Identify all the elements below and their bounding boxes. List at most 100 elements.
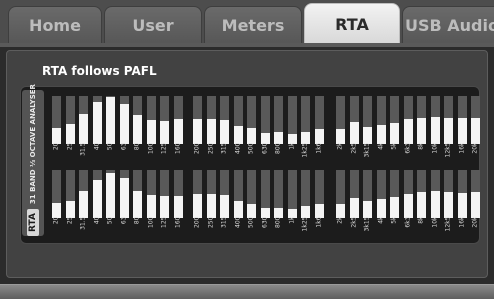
rta-band-track xyxy=(350,170,359,218)
rta-band-track xyxy=(377,96,386,144)
rta-band-label: 80 xyxy=(133,142,141,151)
rta-band-label: 8k xyxy=(417,216,425,224)
rta-band-level xyxy=(207,119,216,144)
rta-band-track xyxy=(274,170,283,218)
rta-band-label: 250 xyxy=(207,142,215,154)
rta-band-label: 2k5 xyxy=(350,142,358,154)
rta-band-level xyxy=(377,125,386,144)
rta-band-label: 250 xyxy=(207,216,215,228)
tab-bar: Home User Meters RTA USB Audio xyxy=(0,0,494,44)
rta-band-level xyxy=(404,119,413,144)
rta-band-label: 160 xyxy=(174,142,182,154)
tab-underline xyxy=(0,43,494,47)
analyser-type-label: 31 BAND ⅓ OCTAVE ANALYSER xyxy=(29,84,37,205)
rta-band-track xyxy=(431,170,440,218)
rta-band-label: 31.5 xyxy=(79,142,87,156)
rta-band-track xyxy=(261,96,270,144)
rta-band-track xyxy=(336,170,345,218)
rta-band-track xyxy=(363,96,372,144)
rta-band-level xyxy=(193,194,202,218)
rta-band-label: 500 xyxy=(247,216,255,228)
rta-band-track xyxy=(174,170,183,218)
rta-band-label: 40 xyxy=(93,216,101,225)
rta-band-level xyxy=(160,121,169,144)
rta-band-track xyxy=(220,96,229,144)
rta-band-level xyxy=(79,191,88,218)
tab-usb-audio[interactable]: USB Audio xyxy=(402,6,494,44)
rta-band-level xyxy=(106,97,115,144)
rta-band-track xyxy=(288,96,297,144)
rta-band-level xyxy=(133,115,142,144)
rta-band-track xyxy=(377,170,386,218)
rta-band-track xyxy=(234,96,243,144)
rta-band-label: 160 xyxy=(174,216,182,228)
rta-band-label: 125 xyxy=(160,142,168,154)
rta-band-label: 80 xyxy=(133,216,141,225)
rta-band-label: 12k5 xyxy=(444,142,452,158)
rta-band-track xyxy=(336,96,345,144)
rta-band-track xyxy=(404,170,413,218)
rta-band-label: 6k3 xyxy=(404,216,412,228)
rta-band-level xyxy=(458,193,467,218)
rta-band-label: 16k xyxy=(458,142,466,154)
rta-band-label: 630 xyxy=(261,216,269,228)
rta-band-label: 4k xyxy=(377,216,385,224)
rta-band-track xyxy=(444,170,453,218)
rta-band-track xyxy=(247,96,256,144)
rta-band-track xyxy=(404,96,413,144)
rta-band-track xyxy=(390,170,399,218)
rta-band-label: 1k6 xyxy=(315,216,323,228)
rta-band-label: 20k xyxy=(471,216,479,228)
rta-band-label: 63 xyxy=(120,142,128,151)
rta-side-label: RTA 31 BAND ⅓ OCTAVE ANALYSER xyxy=(22,84,44,236)
panel-title: RTA follows PAFL xyxy=(42,64,157,78)
rta-band-label: 50 xyxy=(106,216,114,225)
rta-band-track xyxy=(106,170,115,218)
rta-band-level xyxy=(66,201,75,218)
rta-band-track xyxy=(133,96,142,144)
bottom-strip xyxy=(0,284,494,299)
rta-band-label: 630 xyxy=(261,142,269,154)
tab-user[interactable]: User xyxy=(104,6,202,44)
rta-band-label: 315 xyxy=(220,216,228,228)
rta-band-level xyxy=(363,127,372,144)
rta-band-track xyxy=(52,170,61,218)
rta-band-label: 16k xyxy=(458,216,466,228)
rta-band-label: 50 xyxy=(106,142,114,151)
rta-band-track xyxy=(458,96,467,144)
rta-band-level xyxy=(458,118,467,144)
rta-band-level xyxy=(431,117,440,144)
rta-band-track xyxy=(417,96,426,144)
rta-band-label: 8k xyxy=(417,142,425,150)
rta-band-level xyxy=(234,201,243,218)
tab-home[interactable]: Home xyxy=(8,6,102,44)
rta-band-level xyxy=(444,192,453,218)
rta-band-level xyxy=(106,173,115,218)
rta-band-label: 6k3 xyxy=(404,142,412,154)
rta-label: RTA xyxy=(27,209,39,236)
rta-band-level xyxy=(431,191,440,218)
tab-meters[interactable]: Meters xyxy=(204,6,302,44)
rta-band-level xyxy=(417,192,426,218)
rta-band-track xyxy=(301,170,310,218)
rta-band-level xyxy=(120,178,129,218)
rta-band-level xyxy=(66,124,75,144)
rta-band-label: 1k25 xyxy=(301,142,309,158)
rta-band-track xyxy=(207,170,216,218)
rta-band-label: 10k xyxy=(431,142,439,154)
rta-band-track xyxy=(120,170,129,218)
rta-band-level xyxy=(350,122,359,144)
rta-band-label: 2k5 xyxy=(350,216,358,228)
rta-band-track xyxy=(93,170,102,218)
rta-band-track xyxy=(193,170,202,218)
tab-rta[interactable]: RTA xyxy=(304,3,400,44)
rta-band-label: 200 xyxy=(193,142,201,154)
rta-band-track xyxy=(174,96,183,144)
rta-band-track xyxy=(444,96,453,144)
rta-band-track xyxy=(247,170,256,218)
rta-band-label: 12k5 xyxy=(444,216,452,232)
rta-band-label: 315 xyxy=(220,142,228,154)
rta-band-track xyxy=(52,96,61,144)
rta-band-track xyxy=(471,170,480,218)
rta-band-track xyxy=(160,96,169,144)
